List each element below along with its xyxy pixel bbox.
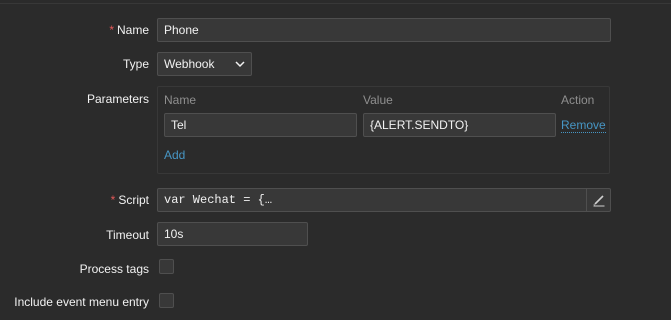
parameters-column-name: Name (164, 93, 197, 107)
include-event-menu-entry-checkbox[interactable] (159, 293, 174, 308)
process-tags-label: Process tags (79, 262, 149, 276)
parameters-column-action: Action (561, 93, 595, 107)
parameter-name-input[interactable]: Tel (164, 113, 357, 137)
edit-script-button[interactable] (586, 189, 610, 211)
type-label: Type (122, 57, 149, 71)
parameters-label: Parameters (86, 92, 149, 106)
top-divider (0, 0, 671, 4)
parameter-add-link[interactable]: Add (164, 148, 185, 162)
script-label: * Script (110, 193, 149, 207)
script-value: var Wechat = {… (164, 193, 273, 207)
required-marker: * (109, 23, 114, 37)
chevron-down-icon (235, 61, 245, 68)
type-select[interactable]: Webhook (157, 52, 252, 76)
pencil-icon (593, 195, 605, 207)
process-tags-checkbox[interactable] (159, 259, 174, 274)
timeout-label: Timeout (106, 228, 149, 242)
parameter-remove-link[interactable]: Remove (561, 118, 606, 133)
include-event-menu-entry-label: Include event menu entry (14, 295, 149, 309)
script-field[interactable]: var Wechat = {… (157, 188, 611, 212)
timeout-input[interactable]: 10s (157, 222, 308, 246)
name-input[interactable]: Phone (157, 18, 611, 42)
parameters-column-value: Value (363, 93, 393, 107)
name-label: * Name (109, 23, 149, 37)
type-select-value: Webhook (164, 57, 215, 71)
required-marker: * (110, 193, 116, 207)
parameter-value-input[interactable]: {ALERT.SENDTO} (363, 113, 556, 137)
